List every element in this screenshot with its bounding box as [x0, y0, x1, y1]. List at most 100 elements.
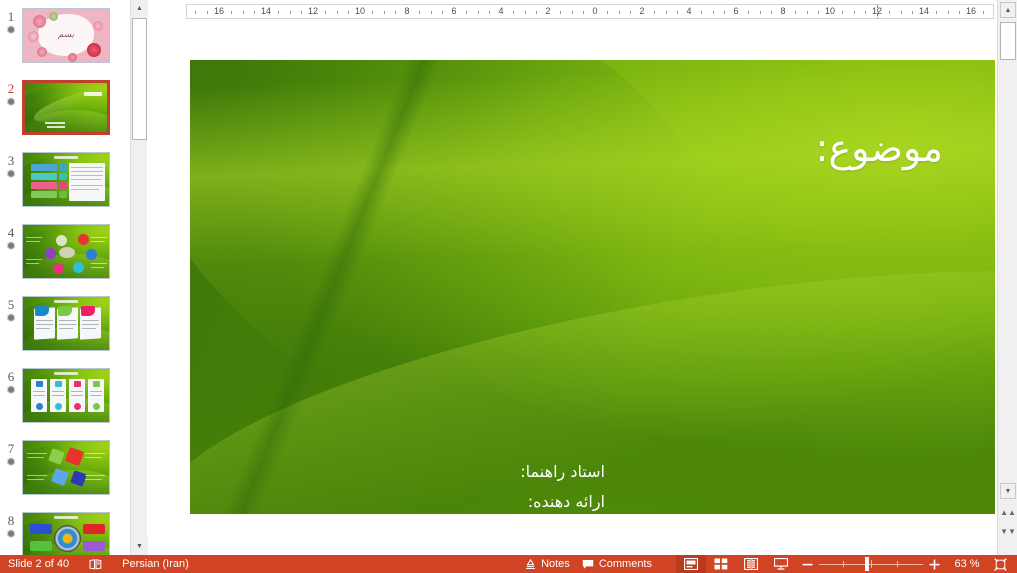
- mini-text-line: [71, 167, 103, 168]
- current-slide-canvas[interactable]: موضوع: استاد راهنما: ارائه دهنده:: [190, 60, 995, 514]
- mini-title-text: [54, 155, 78, 159]
- ruler-margin-marker[interactable]: [877, 5, 878, 18]
- mini-node: [86, 249, 97, 260]
- flower-icon: [37, 47, 47, 57]
- mini-bar: [31, 173, 57, 180]
- thumbnail-number: 5: [7, 297, 15, 312]
- mini-node: [73, 262, 84, 273]
- thumbnail-image-8[interactable]: [22, 512, 110, 555]
- mini-text-line: [91, 267, 104, 268]
- view-slideshow-button[interactable]: [766, 555, 796, 573]
- mini-text-line: [52, 391, 64, 392]
- thumbnail-number: 4: [7, 225, 15, 240]
- fit-slide-to-window-button[interactable]: [988, 555, 1017, 573]
- zoom-tick: [897, 561, 898, 567]
- next-slide-button[interactable]: ▼▼: [1000, 524, 1016, 538]
- ruler-label: 8: [404, 6, 410, 16]
- thumbnail-image-1[interactable]: بسم: [22, 8, 110, 63]
- zoom-out-button[interactable]: [796, 555, 819, 573]
- ruler-label: 0: [592, 6, 598, 16]
- list-item[interactable]: 7 ✹: [0, 440, 130, 511]
- scroll-up-button[interactable]: ▲: [1000, 2, 1016, 18]
- comments-button[interactable]: Comments: [576, 555, 658, 573]
- scroll-down-button[interactable]: ▼: [131, 538, 148, 555]
- slide-area-scrollbar[interactable]: ▲ ▼ ▲▲ ▼▼: [997, 0, 1017, 555]
- mini-bar: [83, 541, 105, 551]
- thumbnail-image-7[interactable]: [22, 440, 110, 495]
- zoom-in-button[interactable]: [923, 555, 946, 573]
- presenter-label: ارائه دهنده:: [527, 492, 605, 511]
- animation-star-icon: ✹: [5, 167, 17, 181]
- slide-subtitle-text[interactable]: استاد راهنما: ارائه دهنده:: [425, 457, 605, 514]
- thumbnail-meta: 4 ✹: [0, 224, 22, 253]
- list-item[interactable]: 1 ✹ بسم: [0, 8, 130, 79]
- language-indicator[interactable]: Persian (Iran): [108, 555, 195, 573]
- zoom-slider[interactable]: [819, 555, 923, 573]
- ruler-label: 12: [307, 6, 319, 16]
- scroll-down-button[interactable]: ▼: [1000, 483, 1016, 499]
- view-normal-button[interactable]: [676, 555, 706, 573]
- mini-node: [78, 234, 89, 245]
- animation-star-icon: ✹: [5, 95, 17, 109]
- mini-bar: [31, 164, 57, 171]
- list-item[interactable]: 8 ✹: [0, 512, 130, 555]
- list-item[interactable]: 2 ✹: [0, 80, 130, 151]
- flower-icon: [33, 15, 46, 28]
- mini-text-line: [27, 453, 47, 454]
- ruler-label: 16: [965, 6, 977, 16]
- ruler-label: 2: [545, 6, 551, 16]
- scroll-up-button[interactable]: ▲: [131, 0, 148, 17]
- mini-badge: [58, 306, 72, 316]
- thumbnail-number: 1: [7, 9, 15, 24]
- mini-text-line: [82, 324, 99, 325]
- mini-text-line: [59, 328, 73, 329]
- mini-badge: [74, 381, 81, 387]
- ruler-label: 6: [733, 6, 739, 16]
- mini-target-icon: [54, 525, 81, 552]
- thumbnail-meta: 2 ✹: [0, 80, 22, 109]
- mini-node: [45, 248, 56, 259]
- powerpoint-window: 1 ✹ بسم 2 ✹ 3 ✹ 4 ✹ 5 ✹ 6 ✹ 7 ✹ 8 ✹ ▲ ▼ …: [0, 0, 1017, 573]
- thumbnail-image-2[interactable]: [22, 80, 110, 135]
- mini-text-line: [59, 320, 76, 321]
- slide-thumbnail-pane[interactable]: 1 ✹ بسم 2 ✹ 3 ✹ 4 ✹ 5 ✹ 6 ✹ 7 ✹ 8 ✹: [0, 0, 130, 555]
- list-item[interactable]: 3 ✹: [0, 152, 130, 223]
- mini-chip: [59, 182, 67, 189]
- status-bar: Slide 2 of 40 Persian (Iran) Notes Comme…: [0, 555, 1017, 573]
- scrollbar-thumb[interactable]: [1000, 22, 1016, 60]
- list-item[interactable]: 6 ✹: [0, 368, 130, 439]
- view-slide-sorter-button[interactable]: [706, 555, 736, 573]
- previous-slide-button[interactable]: ▲▲: [1000, 505, 1016, 519]
- mini-text-line: [71, 171, 103, 172]
- thumbnail-image-4[interactable]: [22, 224, 110, 279]
- slide-counter[interactable]: Slide 2 of 40: [0, 555, 75, 573]
- mini-bar: [83, 524, 105, 534]
- mini-text-line: [36, 328, 50, 329]
- view-reading-button[interactable]: [736, 555, 766, 573]
- list-item[interactable]: 4 ✹: [0, 224, 130, 295]
- mini-text-line: [90, 395, 102, 396]
- mini-text-line: [36, 320, 53, 321]
- ruler-label: 4: [686, 6, 692, 16]
- slide-editing-area[interactable]: موضوع: استاد راهنما: ارائه دهنده:: [148, 22, 996, 555]
- thumbnail-image-5[interactable]: [22, 296, 110, 351]
- thumbnail-image-3[interactable]: [22, 152, 110, 207]
- mini-title-text: [54, 299, 78, 303]
- mini-text-line: [27, 475, 47, 476]
- ruler-label: 6: [451, 6, 457, 16]
- notes-icon: [525, 558, 536, 570]
- zoom-percent-label[interactable]: 63 %: [946, 555, 988, 573]
- mini-node: [56, 235, 67, 246]
- thumbnail-image-6[interactable]: [22, 368, 110, 423]
- mini-text-line: [71, 395, 83, 396]
- horizontal-ruler[interactable]: 16 14 12 10 8 6 4 2 0 2 4 6 8 10 12 14 1…: [186, 4, 994, 19]
- mini-text-line: [71, 175, 103, 176]
- scrollbar-thumb[interactable]: [132, 18, 147, 140]
- thumbnail-pane-scrollbar[interactable]: ▲ ▼: [130, 0, 148, 555]
- notes-button[interactable]: Notes: [519, 555, 576, 573]
- slide-title-text[interactable]: موضوع:: [816, 127, 943, 170]
- list-item[interactable]: 5 ✹: [0, 296, 130, 367]
- mini-text-line: [82, 328, 96, 329]
- language-book-icon[interactable]: [75, 555, 108, 573]
- zoom-slider-handle[interactable]: [865, 557, 869, 571]
